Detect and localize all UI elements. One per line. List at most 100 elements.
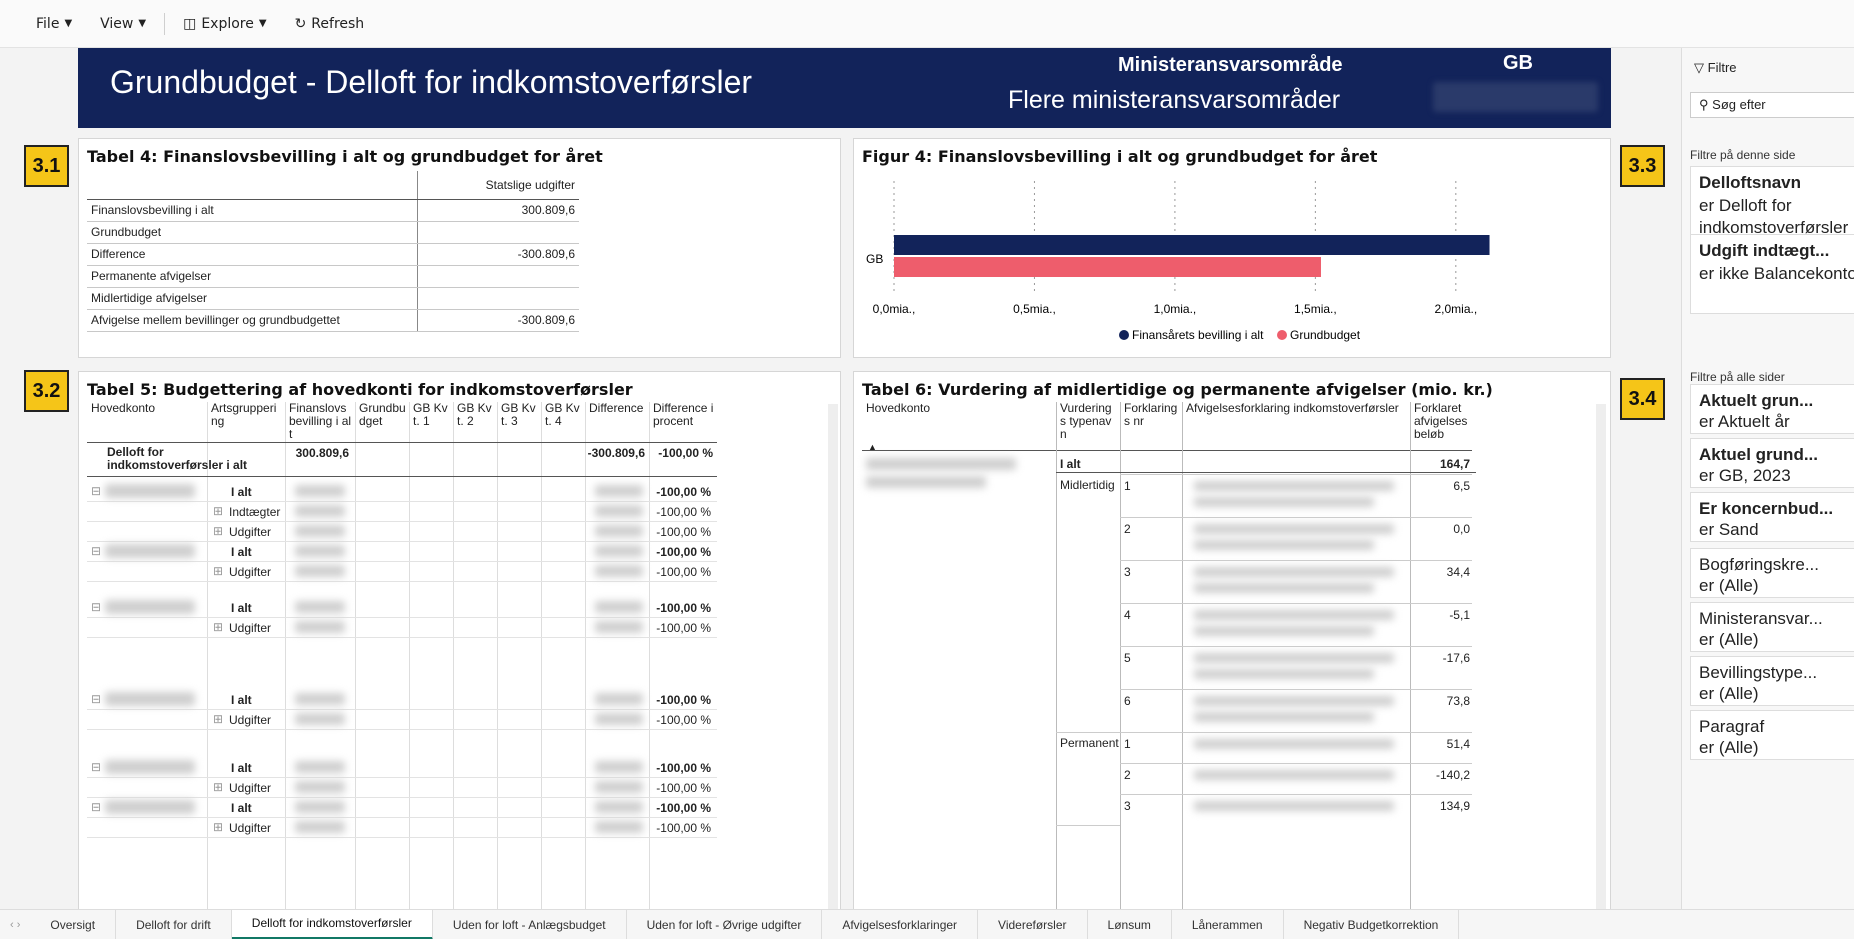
view-label: View — [100, 15, 134, 32]
table5-scrollbar[interactable] — [828, 404, 838, 939]
table5-col-header[interactable]: Finanslovsbevilling i alt — [289, 402, 353, 441]
redacted-value — [295, 821, 345, 833]
bar-grundbudget[interactable] — [894, 257, 1321, 277]
table6-col-header[interactable]: Forklarings nr — [1124, 402, 1178, 428]
table5-col-header[interactable]: GB Kvt. 2 — [457, 402, 495, 428]
page-filters-label: Filtre på denne side — [1690, 148, 1796, 162]
filter-card[interactable]: Delloftsnavn er Delloft for indkomstoverf… — [1690, 166, 1854, 238]
expand-icon[interactable]: ⊞ — [213, 780, 223, 794]
table-row[interactable]: 5 -17,6 — [1120, 646, 1472, 689]
explanation-nr: 3 — [1124, 799, 1131, 813]
file-menu[interactable]: File ▼ — [22, 9, 86, 39]
explanation-nr: 2 — [1124, 768, 1131, 782]
filters-header: ▽ Filtre — [1694, 60, 1737, 76]
table6-col-header[interactable]: Afvigelsesforklaring indkomstoverførsler — [1186, 402, 1406, 415]
page-tab[interactable]: Uden for loft - Anlægsbudget — [433, 909, 627, 939]
app-window: File ▼ View ▼ ◫ Explore ▼ ↻ Refresh Grundbudg… — [0, 0, 1854, 939]
expand-icon[interactable]: ⊞ — [213, 564, 223, 578]
expand-icon[interactable]: ⊞ — [213, 504, 223, 518]
table-row[interactable]: 3 34,4 — [1120, 560, 1472, 603]
filter-search-box[interactable]: ⚲ Søg efter — [1690, 92, 1854, 118]
table4-row: Grundbudget — [87, 221, 579, 244]
view-menu[interactable]: View ▼ — [86, 9, 160, 39]
table-row[interactable]: ⊞ Udgifter -100,00 % — [87, 710, 717, 730]
table-row[interactable]: ⊞ Udgifter -100,00 % — [87, 778, 717, 798]
column-divider — [1056, 402, 1057, 939]
section-badge-3-2: 3.2 — [24, 370, 69, 412]
expand-icon[interactable]: ⊞ — [213, 820, 223, 834]
page-tab[interactable]: Afvigelsesforklaringer — [822, 909, 979, 939]
filter-card[interactable]: Aktuel grund... er GB, 2023 — [1690, 438, 1854, 488]
table-row[interactable]: 3 134,9 — [1120, 794, 1472, 825]
page-tab[interactable]: Delloft for drift — [116, 909, 232, 939]
ministry-header: Ministeransvarsområde — [1118, 54, 1343, 76]
collapse-icon[interactable]: ⊟ — [91, 800, 101, 814]
table5-col-header[interactable]: Grundbudget — [359, 402, 407, 428]
refresh-button[interactable]: ↻ Refresh — [281, 9, 379, 39]
total-rule — [1056, 472, 1476, 473]
page-tabs: ‹ › Oversigt Delloft for drift Delloft for… — [0, 909, 1854, 939]
art-label: Udgifter — [229, 525, 272, 539]
tab-nav-arrows[interactable]: ‹ › — [0, 919, 30, 931]
table-row[interactable]: 2 0,0 — [1120, 517, 1472, 560]
table-row[interactable]: ⊟ I alt -100,00 % — [87, 758, 717, 778]
table5-col-header[interactable]: Difference i procent — [653, 402, 715, 428]
table5-col-header[interactable]: GB Kvt. 1 — [413, 402, 451, 428]
collapse-icon[interactable]: ⊟ — [91, 484, 101, 498]
table-row[interactable]: 1 6,5 — [1120, 474, 1472, 517]
table-row[interactable]: 4 -5,1 — [1120, 603, 1472, 646]
page-tab[interactable]: Oversigt — [30, 909, 117, 939]
page-tab[interactable]: Delloft for indkomstoverførsler — [231, 909, 433, 939]
table-row[interactable]: ⊟ I alt -100,00 % — [87, 690, 717, 710]
table-row[interactable]: ⊞ Udgifter -100,00 % — [87, 818, 717, 838]
art-label: Indtægter — [229, 505, 281, 519]
filter-card[interactable]: Ministeransvar... er (Alle) — [1690, 602, 1854, 652]
filter-card[interactable]: Paragraf er (Alle) — [1690, 710, 1854, 760]
table5-col-header[interactable]: Artsgruppering — [211, 402, 283, 428]
table-row[interactable]: ⊟ I alt -100,00 % — [87, 598, 717, 618]
table6-col-header[interactable]: Forklaret afvigelses beløb — [1414, 402, 1468, 441]
filter-value: er (Alle) — [1699, 738, 1759, 757]
table5-col-header[interactable]: Hovedkonto — [91, 402, 205, 415]
table5-col-header[interactable]: GB Kvt. 4 — [545, 402, 583, 428]
filter-card[interactable]: Udgift indtægt... er ikke Balancekonto — [1690, 234, 1854, 314]
table-row[interactable]: ⊞ Udgifter -100,00 % — [87, 562, 717, 582]
filter-card[interactable]: Bevillingstype... er (Alle) — [1690, 656, 1854, 706]
expand-icon[interactable]: ⊞ — [213, 524, 223, 538]
redacted-explanation — [1194, 669, 1374, 679]
table5-col-header[interactable]: GB Kvt. 3 — [501, 402, 539, 428]
redacted-value — [595, 693, 643, 705]
collapse-icon[interactable]: ⊟ — [91, 600, 101, 614]
table4-row: Permanente afvigelser — [87, 265, 579, 288]
collapse-icon[interactable]: ⊟ — [91, 760, 101, 774]
expand-icon[interactable]: ⊞ — [213, 712, 223, 726]
filter-card[interactable]: Bogføringskre... er (Alle) — [1690, 548, 1854, 598]
page-tab[interactable]: Negativ Budgetkorrektion — [1284, 909, 1460, 939]
explore-menu[interactable]: ◫ Explore ▼ — [169, 9, 280, 39]
page-tab[interactable]: Uden for loft - Øvrige udgifter — [627, 909, 823, 939]
table-row[interactable]: ⊟ I alt -100,00 % — [87, 542, 717, 562]
redacted-value — [595, 485, 643, 497]
filter-card[interactable]: Aktuelt grun... er Aktuelt år — [1690, 384, 1854, 434]
table4-row-value: -300.809,6 — [417, 309, 579, 332]
table5-col-header[interactable]: Difference — [589, 402, 647, 415]
table6-col-header[interactable]: Vurderings typenavn — [1060, 402, 1116, 441]
table-row[interactable]: ⊟ I alt -100,00 % — [87, 482, 717, 502]
table-row[interactable]: ⊞ Indtægter -100,00 % — [87, 502, 717, 522]
page-tab[interactable]: Lønsum — [1088, 909, 1172, 939]
table6-scrollbar[interactable] — [1596, 404, 1606, 939]
table-row[interactable]: ⊞ Udgifter -100,00 % — [87, 618, 717, 638]
table-row[interactable]: 2 -140,2 — [1120, 763, 1472, 794]
collapse-icon[interactable]: ⊟ — [91, 544, 101, 558]
table6-col-header[interactable]: Hovedkonto — [866, 402, 1052, 415]
page-tab[interactable]: Videreførsler — [978, 909, 1088, 939]
table-row[interactable]: 6 73,8 — [1120, 689, 1472, 732]
filter-card[interactable]: Er koncernbud... er Sand — [1690, 492, 1854, 542]
bar-finansaar[interactable] — [894, 235, 1490, 255]
table-row[interactable]: 1 51,4 — [1120, 732, 1472, 763]
table-row[interactable]: ⊟ I alt -100,00 % — [87, 798, 717, 818]
page-tab[interactable]: Lånerammen — [1172, 909, 1284, 939]
table-row[interactable]: ⊞ Udgifter -100,00 % — [87, 522, 717, 542]
collapse-icon[interactable]: ⊟ — [91, 692, 101, 706]
expand-icon[interactable]: ⊞ — [213, 620, 223, 634]
